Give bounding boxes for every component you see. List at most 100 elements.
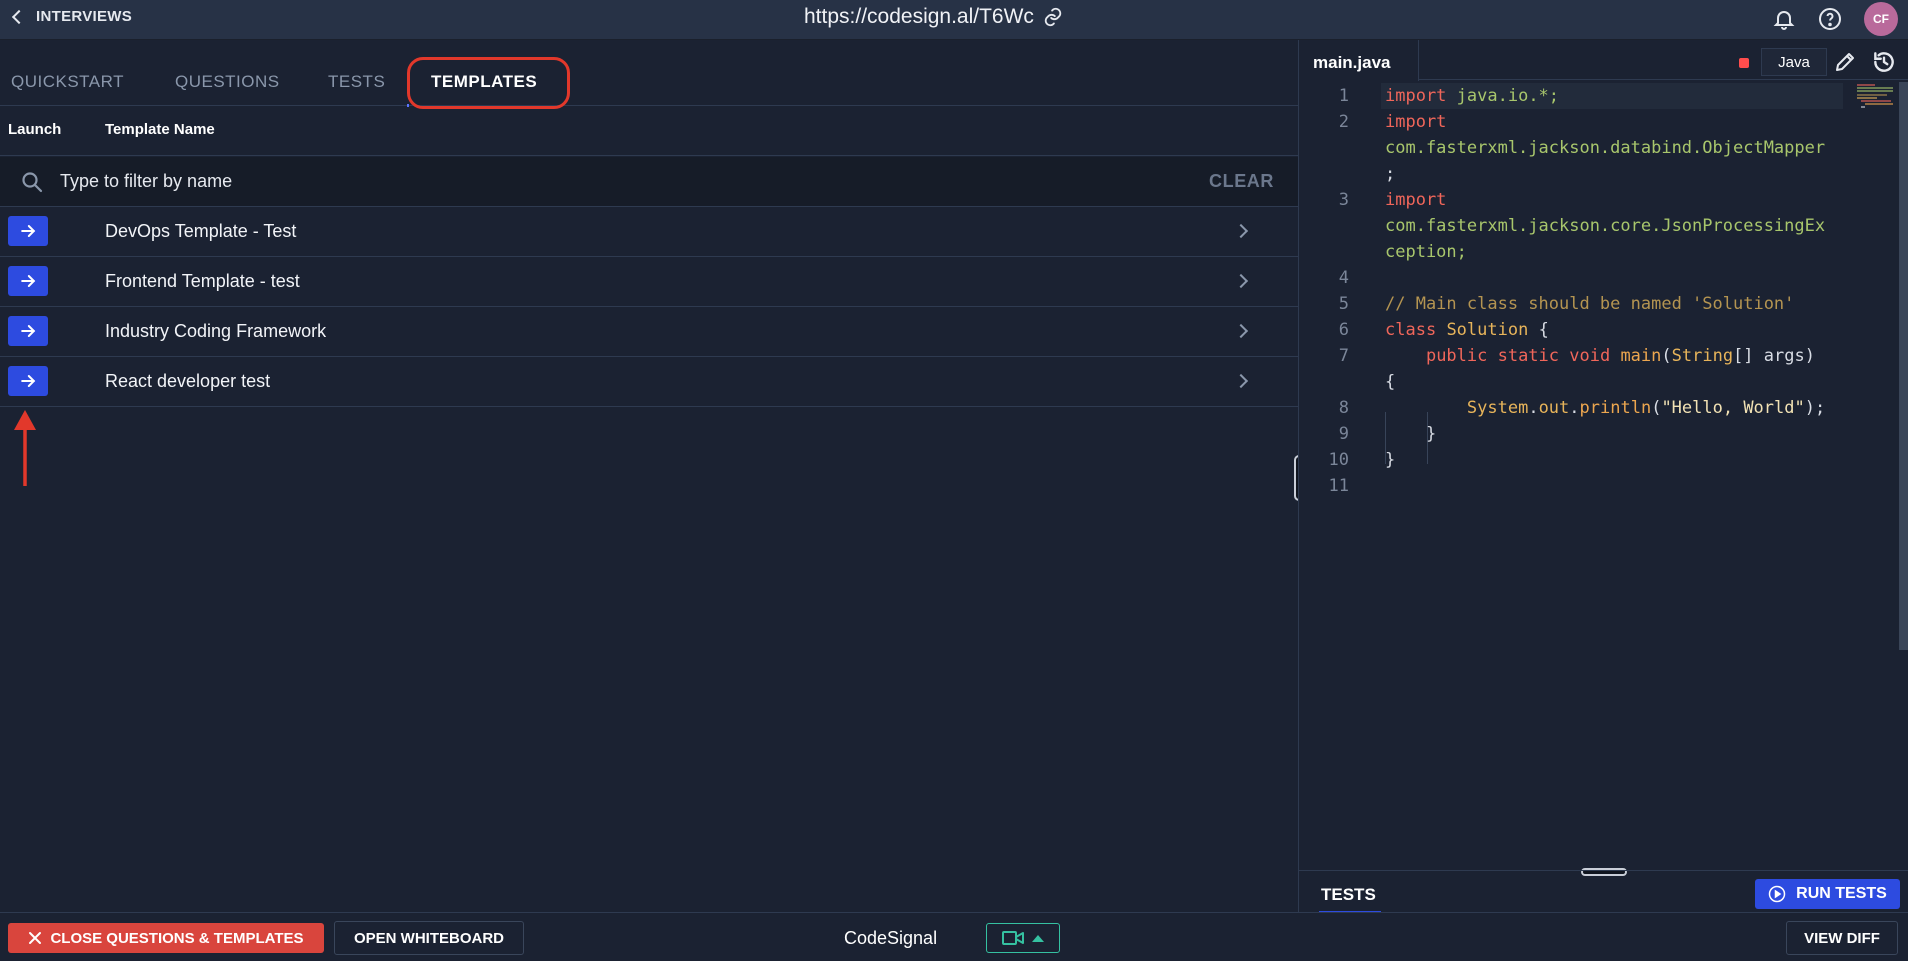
line-number: 1 [1338,86,1349,106]
code-minimap[interactable] [1855,82,1897,112]
chevron-right-icon[interactable] [1233,323,1249,339]
back-to-interviews[interactable]: INTERVIEWS [8,8,132,25]
launch-button[interactable] [8,216,48,246]
table-row[interactable]: DevOps Template - Test [0,207,1298,257]
line-number: 3 [1338,190,1349,210]
code-area[interactable]: 1 2 3 4 5 6 7 8 9 10 11 import java.io.*… [1299,82,1908,702]
run-tests-button[interactable]: RUN TESTS [1755,879,1900,909]
template-name: React developer test [105,371,271,391]
chevron-right-icon[interactable] [1233,273,1249,289]
code-line: System.out.println("Hello, World"); [1466,398,1826,418]
code-token: ; [1385,164,1396,184]
annotation-highlight-box [407,57,570,109]
recording-indicator [1739,58,1749,68]
table-header: Launch Template Name [0,107,1298,156]
view-diff-button[interactable]: VIEW DIFF [1786,921,1898,955]
template-name: Industry Coding Framework [105,321,327,341]
tab-tests[interactable]: TESTS [328,72,385,92]
bell-icon[interactable] [1772,7,1796,31]
code-token: Solution [1446,320,1529,340]
code-line: import [1385,190,1446,210]
code-token: com.fasterxml.jackson.core.JsonProcessin… [1385,216,1826,236]
questions-templates-panel: QUICKSTART QUESTIONS TESTS TEMPLATES Lau… [0,40,1298,912]
code-token: } [1425,424,1437,444]
search-icon [22,172,43,193]
link-icon[interactable] [1042,6,1064,28]
code-line: } [1385,450,1395,470]
top-right-icons: CF [1772,2,1898,36]
video-camera-icon [1002,931,1024,945]
chevron-right-icon[interactable] [1233,223,1249,239]
template-name: Frontend Template - test [105,271,300,291]
caret-up-icon [1032,934,1044,942]
filter-bar: Type to filter by name CLEAR [0,157,1298,207]
tab-questions[interactable]: QUESTIONS [175,72,280,92]
camera-toggle-button[interactable] [986,923,1060,953]
code-token: com.fasterxml.jackson.databind.ObjectMap… [1385,138,1826,158]
column-template-name[interactable]: Template Name [105,121,215,138]
tab-quickstart[interactable]: QUICKSTART [11,72,124,92]
open-whiteboard-button[interactable]: OPEN WHITEBOARD [334,921,524,955]
code-line: ; [1385,164,1395,184]
brand-name: CodeSignal [844,928,938,948]
pencil-icon[interactable] [1833,50,1857,74]
chevron-right-icon[interactable] [1233,373,1249,389]
line-number: 4 [1338,268,1349,288]
code-token: out [1538,398,1570,418]
file-tab-main-java[interactable]: main.java [1299,40,1419,81]
arrow-right-icon [21,325,36,337]
table-row[interactable]: React developer test [0,357,1298,407]
code-token: import [1385,86,1447,106]
language-select[interactable]: Java [1761,48,1827,76]
code-token: ); [1804,398,1826,418]
help-icon[interactable] [1818,7,1842,31]
code-line: com.fasterxml.jackson.databind.ObjectMap… [1385,138,1825,158]
table-row[interactable]: Industry Coding Framework [0,307,1298,357]
code-token: import [1385,190,1447,210]
code-string: "Hello, World" [1661,398,1805,418]
template-name: DevOps Template - Test [105,221,297,241]
line-number: 5 [1338,294,1349,314]
launch-button[interactable] [8,366,48,396]
session-url[interactable]: https://codesign.al/T6Wc [804,5,1064,29]
top-bar: INTERVIEWS https://codesign.al/T6Wc CF [0,0,1908,40]
editor-tabs: main.java Java [1299,40,1908,81]
reset-icon[interactable] [1871,49,1897,75]
table-row[interactable]: Frontend Template - test [0,257,1298,307]
code-token: [] args) [1733,346,1815,366]
arrow-right-icon [21,375,36,387]
back-label: INTERVIEWS [36,8,133,25]
line-number: 8 [1338,398,1349,418]
line-number: 2 [1338,112,1349,132]
arrow-right-icon [21,225,36,237]
launch-button[interactable] [8,316,48,346]
code-line: } [1385,424,1436,444]
code-token: println [1579,398,1652,418]
filter-input[interactable]: Type to filter by name [60,171,232,192]
code-line: class Solution { [1385,320,1549,340]
chevron-left-icon [11,9,27,24]
line-number: 9 [1338,424,1349,444]
code-token: main [1620,346,1662,366]
code-token: ception; [1385,242,1467,262]
close-questions-templates-button[interactable]: CLOSE QUESTIONS & TEMPLATES [8,923,324,953]
code-token: } [1385,450,1396,470]
tab-tests-panel[interactable]: TESTS [1321,885,1376,905]
code-token: System [1466,398,1529,418]
code-token: import [1385,112,1447,132]
avatar[interactable]: CF [1864,2,1898,36]
code-token: java.io.*; [1456,86,1560,106]
line-number: 6 [1338,320,1349,340]
code-line: { [1385,372,1395,392]
launch-button[interactable] [8,266,48,296]
tests-panel-header: TESTS RUN TESTS [1299,870,1908,913]
play-circle-icon [1768,885,1786,903]
editor-scrollbar[interactable] [1899,82,1908,650]
code-line: // Main class should be named 'Solution' [1385,294,1794,314]
code-token: { [1538,320,1549,340]
line-number: 11 [1328,476,1349,496]
session-url-text: https://codesign.al/T6Wc [804,5,1034,28]
code-token: String [1671,346,1734,366]
clear-filter-button[interactable]: CLEAR [1209,171,1274,192]
code-line: ception; [1385,242,1467,262]
